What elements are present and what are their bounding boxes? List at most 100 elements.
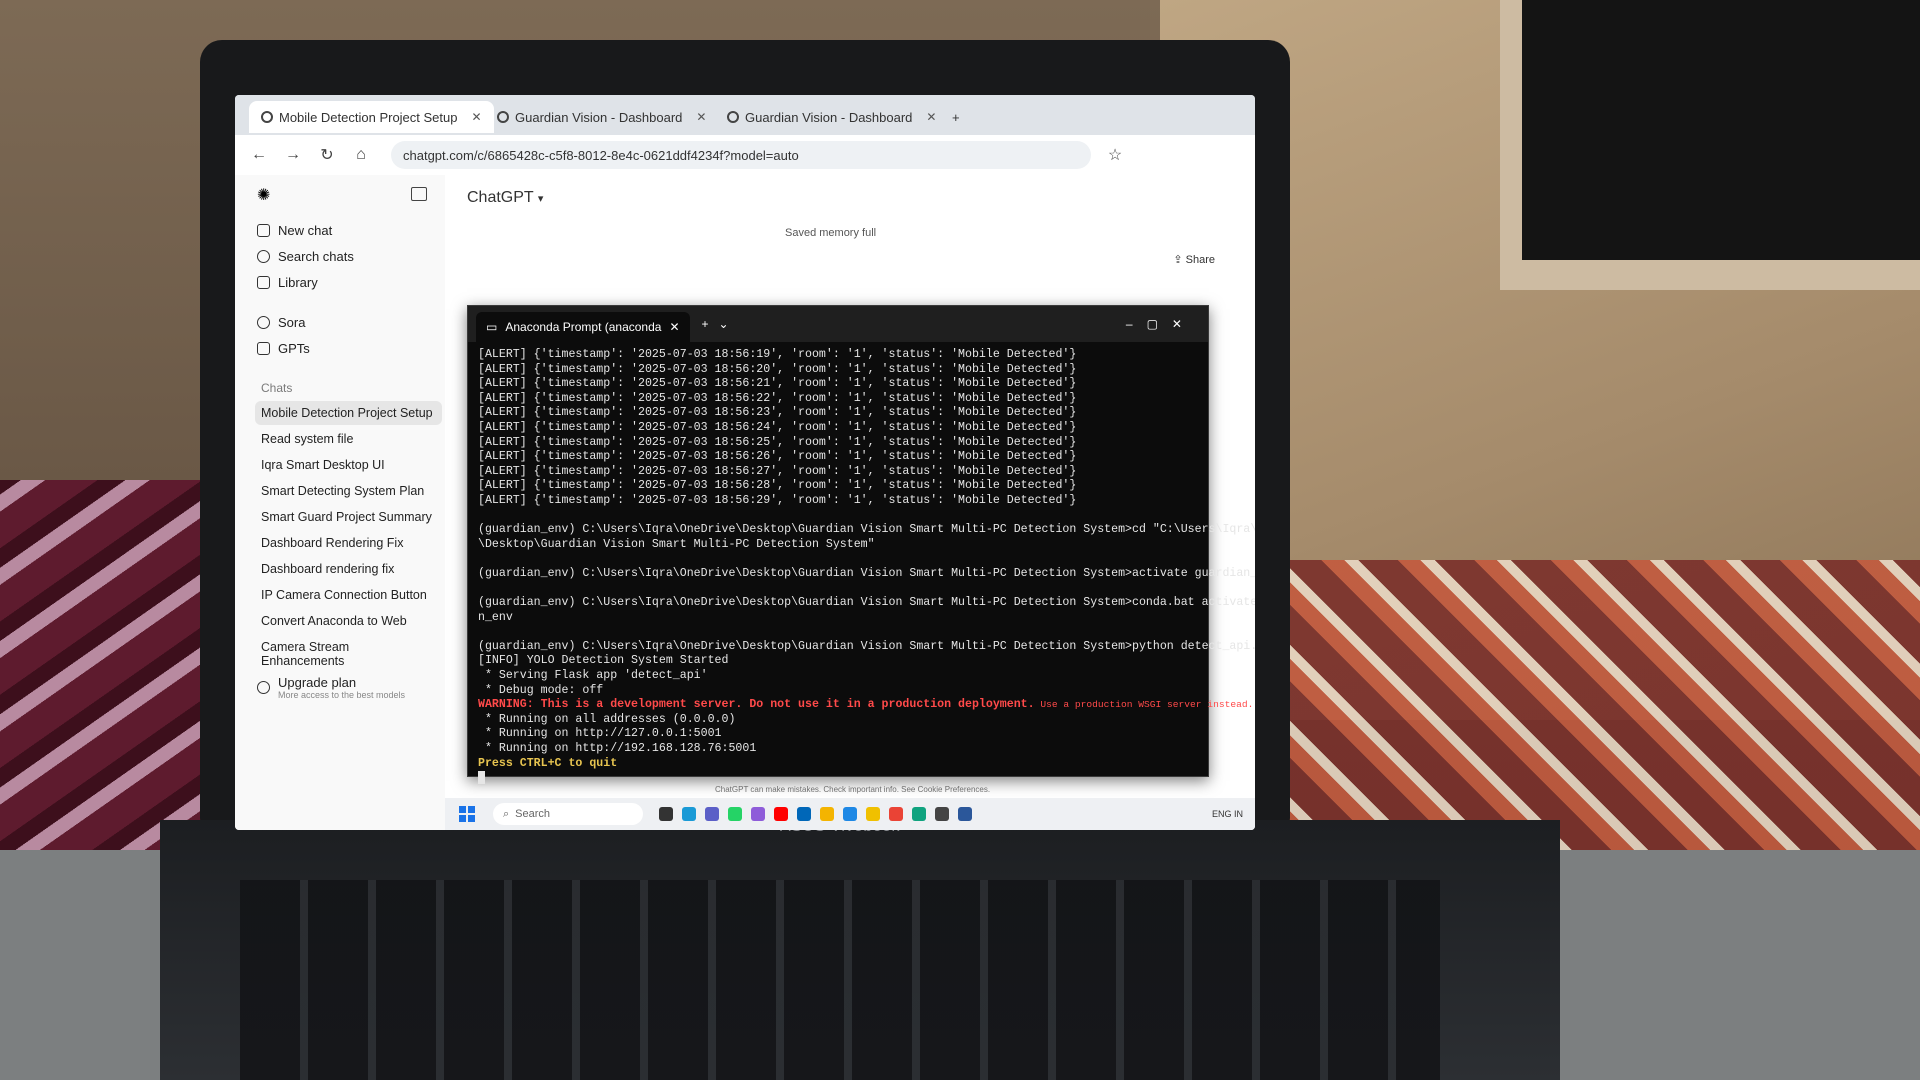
close-tab-icon[interactable]: ✕ — [471, 110, 481, 124]
chat-item[interactable]: Dashboard Rendering Fix — [255, 531, 442, 555]
library-button[interactable]: Library — [257, 275, 318, 290]
file-explorer-icon[interactable] — [866, 807, 880, 821]
sora-button[interactable]: Sora — [257, 315, 305, 330]
sidebar-toggle-icon[interactable] — [411, 187, 427, 201]
chrome-icon[interactable] — [820, 807, 834, 821]
terminal-line: [ALERT] {'timestamp': '2025-07-03 18:56:… — [478, 494, 1198, 509]
keyboard-keys — [240, 880, 1440, 1080]
new-terminal-tab-icon[interactable]: + — [702, 317, 709, 331]
edge-icon[interactable] — [682, 807, 696, 821]
chat-item[interactable]: Read system file — [255, 427, 442, 451]
bookmark-star-icon[interactable]: ☆ — [1105, 145, 1125, 165]
windows-start-icon[interactable] — [459, 806, 475, 822]
tab-title: Guardian Vision - Dashboard — [745, 109, 913, 125]
back-icon[interactable]: ← — [249, 146, 269, 164]
terminal-line-text: [ALERT] {'timestamp': '2025-07-03 18:56:… — [478, 391, 1077, 405]
taskbar-search[interactable]: ⌕ Search — [493, 803, 643, 825]
memory-status: Saved memory full — [785, 227, 877, 239]
terminal-tabbar: ▭ Anaconda Prompt (anaconda ✕ + ⌄ –▢✕ — [468, 306, 1208, 342]
new-tab-button[interactable]: + — [940, 101, 972, 133]
window-controls[interactable]: –▢✕ — [1126, 317, 1196, 331]
chat-item[interactable]: Smart Guard Project Summary — [255, 505, 442, 529]
tab-title: Guardian Vision - Dashboard — [515, 109, 683, 125]
tab-dashboard-1[interactable]: Guardian Vision - Dashboard ✕ — [485, 101, 718, 133]
globe-icon — [497, 111, 509, 123]
terminal-line-text: (guardian_env) C:\Users\Iqra\OneDrive\De… — [478, 639, 1255, 653]
terminal-line-text: * Serving Flask app 'detect_api' — [478, 669, 708, 683]
close-tab-icon[interactable]: ✕ — [926, 110, 936, 124]
upgrade-plan-button[interactable]: Upgrade plan More access to the best mod… — [257, 675, 405, 700]
terminal-line: (guardian_env) C:\Users\Iqra\OneDrive\De… — [478, 567, 1255, 582]
taskbar-apps — [659, 807, 972, 821]
forward-icon[interactable]: → — [283, 146, 303, 164]
terminal-line-text — [478, 582, 485, 595]
new-chat-label: New chat — [278, 223, 333, 238]
terminal-line-text: [ALERT] {'timestamp': '2025-07-03 18:56:… — [478, 362, 1077, 376]
terminal-output[interactable]: [ALERT] {'timestamp': '2025-07-03 18:56:… — [468, 342, 1255, 792]
store-icon[interactable] — [797, 807, 811, 821]
youtube-icon[interactable] — [774, 807, 788, 821]
chat-item[interactable]: Mobile Detection Project Setup — [255, 401, 442, 425]
gpts-button[interactable]: GPTs — [257, 341, 310, 356]
terminal-icon: ▭ — [486, 320, 498, 334]
gpts-label: GPTs — [278, 341, 310, 356]
terminal-line: [ALERT] {'timestamp': '2025-07-03 18:56:… — [478, 348, 1198, 363]
chats-section-label: Chats — [261, 381, 293, 395]
terminal-tab-title: Anaconda Prompt (anaconda — [505, 320, 662, 334]
anaconda-prompt-window[interactable]: ▭ Anaconda Prompt (anaconda ✕ + ⌄ –▢✕ [A… — [467, 305, 1255, 785]
chevron-down-icon[interactable]: ⌄ — [719, 317, 729, 331]
openai-logo-icon[interactable]: ✺ — [257, 185, 270, 205]
new-chat-button[interactable]: New chat — [257, 223, 332, 238]
tab-dashboard-2[interactable]: Guardian Vision - Dashboard ✕ — [715, 101, 948, 133]
chatgpt-app-icon[interactable] — [912, 807, 926, 821]
share-label: Share — [1185, 254, 1215, 266]
share-button[interactable]: ⇪ Share — [1173, 253, 1215, 266]
search-chats-button[interactable]: Search chats — [257, 249, 354, 264]
terminal-app-icon[interactable] — [935, 807, 949, 821]
windows-taskbar: ⌕ Search ENG IN — [445, 798, 1255, 830]
share-icon: ⇪ — [1173, 254, 1183, 266]
chat-item[interactable]: IP Camera Connection Button — [255, 583, 442, 607]
search-icon — [257, 250, 270, 263]
terminal-line-text: [ALERT] {'timestamp': '2025-07-03 18:56:… — [478, 435, 1077, 449]
chat-item[interactable]: Dashboard rendering fix — [255, 557, 442, 581]
address-bar[interactable]: chatgpt.com/c/6865428c-c5f8-8012-8e4c-06… — [391, 141, 1091, 169]
teams-icon[interactable] — [705, 807, 719, 821]
terminal-tab[interactable]: ▭ Anaconda Prompt (anaconda ✕ — [476, 312, 690, 342]
task-view-icon[interactable] — [659, 807, 673, 821]
library-icon — [257, 276, 270, 289]
close-tab-icon[interactable]: ✕ — [669, 320, 679, 334]
bed — [1200, 560, 1920, 860]
room-window — [1500, 0, 1920, 290]
chat-item[interactable]: Smart Detecting System Plan — [255, 479, 442, 503]
home-icon[interactable]: ⌂ — [351, 146, 371, 164]
terminal-line-text: [ALERT] {'timestamp': '2025-07-03 18:56:… — [478, 420, 1077, 434]
word-icon[interactable] — [958, 807, 972, 821]
chat-item[interactable]: Camera Stream Enhancements — [255, 635, 442, 673]
reload-icon[interactable]: ↻ — [317, 145, 337, 165]
terminal-line-text: [ALERT] {'timestamp': '2025-07-03 18:56:… — [478, 450, 1077, 464]
close-tab-icon[interactable]: ✕ — [696, 110, 706, 124]
terminal-line-text — [478, 552, 485, 565]
model-label: ChatGPT — [467, 189, 534, 206]
copilot-icon[interactable] — [751, 807, 765, 821]
whatsapp-icon[interactable] — [728, 807, 742, 821]
chatgpt-sidebar: ✺ New chat Search chats Library Sora GPT… — [235, 175, 445, 830]
upgrade-sublabel: More access to the best models — [278, 690, 406, 700]
system-tray[interactable]: ENG IN — [1212, 809, 1243, 819]
chat-item[interactable]: Convert Anaconda to Web — [255, 609, 442, 633]
search-chats-label: Search chats — [278, 249, 354, 264]
terminal-line-tail: Use a production WSGI server instead. — [1034, 699, 1254, 711]
terminal-line: [ALERT] {'timestamp': '2025-07-03 18:56:… — [478, 392, 1198, 407]
gmail-icon[interactable] — [889, 807, 903, 821]
terminal-line: * Running on all addresses (0.0.0.0) — [478, 713, 1198, 728]
tab-title: Mobile Detection Project Setup — [279, 109, 458, 125]
terminal-line-text: WARNING: This is a development server. D… — [478, 698, 1035, 712]
terminal-line-text: * Running on http://127.0.0.1:5001 — [478, 727, 722, 741]
chat-item[interactable]: Iqra Smart Desktop UI — [255, 453, 442, 477]
sora-label: Sora — [278, 315, 306, 330]
edit-icon — [257, 224, 270, 237]
tab-chatgpt[interactable]: Mobile Detection Project Setup ✕ — [249, 101, 494, 133]
model-selector[interactable]: ChatGPT ▾ — [467, 189, 543, 207]
vscode-icon[interactable] — [843, 807, 857, 821]
